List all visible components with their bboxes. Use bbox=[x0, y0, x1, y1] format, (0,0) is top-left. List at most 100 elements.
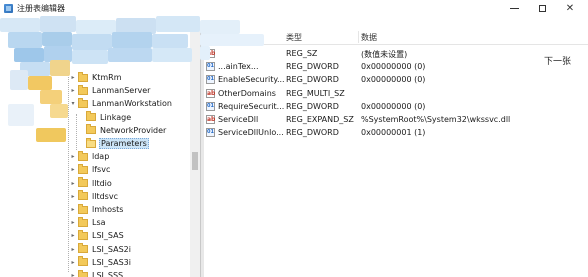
pixelation-block bbox=[200, 20, 240, 34]
tree-item-label: LSI_SAS3i bbox=[92, 257, 131, 267]
string-value-icon: ab bbox=[206, 88, 216, 98]
tree-item[interactable]: ▸ LSI_SSS bbox=[70, 269, 124, 277]
tree-item[interactable]: ▸ lltdio bbox=[70, 177, 113, 190]
maximize-button[interactable] bbox=[528, 0, 556, 16]
tree-item[interactable]: ▸ ldap bbox=[70, 150, 110, 163]
expand-arrow-icon[interactable]: ▸ bbox=[70, 150, 76, 163]
column-header-type[interactable]: 类型 bbox=[286, 32, 302, 43]
expand-arrow-icon[interactable]: ▸ bbox=[70, 71, 76, 84]
value-type: REG_DWORD bbox=[286, 62, 339, 72]
tree-item-label: lfsvc bbox=[92, 165, 111, 175]
tree-item[interactable]: ▸ KtmRm bbox=[70, 71, 123, 84]
tree-item-label: LSI_SAS2i bbox=[92, 244, 131, 254]
pixelation-block bbox=[28, 76, 52, 90]
expand-arrow-icon[interactable] bbox=[78, 124, 84, 137]
expand-arrow-icon[interactable]: ▸ bbox=[70, 203, 76, 216]
value-row[interactable]: 01 RequireSecurit... REG_DWORD 0x00000000 (… bbox=[204, 100, 588, 113]
next-page-text: 下一张 bbox=[544, 57, 572, 67]
tree-item-label: LanmanWorkstation bbox=[92, 99, 172, 109]
folder-icon bbox=[78, 256, 88, 267]
pixelation-block bbox=[108, 48, 152, 62]
pixelation-block bbox=[0, 18, 40, 32]
expand-arrow-icon[interactable]: ▸ bbox=[70, 163, 76, 176]
close-button[interactable]: ✕ bbox=[556, 0, 584, 16]
tree-item[interactable]: Parameters bbox=[78, 137, 149, 150]
pixelation-block bbox=[152, 48, 192, 62]
pixelation-block bbox=[76, 20, 116, 34]
value-name: OtherDomains bbox=[218, 88, 276, 98]
folder-icon bbox=[78, 84, 88, 95]
tree-item[interactable]: Linkage bbox=[78, 111, 132, 124]
expand-arrow-icon[interactable]: ▸ bbox=[70, 256, 76, 269]
window-title: 注册表编辑器 bbox=[17, 4, 65, 13]
string-value-icon: ab bbox=[206, 115, 216, 124]
folder-icon bbox=[78, 177, 88, 188]
value-row[interactable]: ab REG_SZ (数值未设置) bbox=[204, 47, 588, 60]
tree-item[interactable]: ▸ LSI_SAS2i bbox=[70, 243, 132, 256]
expand-arrow-icon[interactable]: ▸ bbox=[70, 190, 76, 203]
expand-arrow-icon[interactable] bbox=[78, 137, 84, 150]
value-row[interactable]: ab OtherDomains REG_MULTI_SZ bbox=[204, 87, 588, 100]
value-type: REG_DWORD bbox=[286, 75, 339, 85]
column-separator[interactable] bbox=[358, 31, 359, 43]
value-type: REG_SZ bbox=[286, 49, 318, 58]
expand-arrow-icon[interactable]: ▸ bbox=[70, 177, 76, 190]
pixelation-block bbox=[72, 34, 112, 50]
pixelation-block bbox=[50, 60, 70, 76]
expand-arrow-icon[interactable]: ▸ bbox=[70, 216, 76, 229]
tree-scrollbar-thumb[interactable] bbox=[192, 152, 198, 170]
value-data: 0x00000001 (1) bbox=[361, 128, 426, 138]
folder-icon bbox=[78, 190, 88, 201]
value-data: 0x00000000 (0) bbox=[361, 75, 426, 85]
value-row[interactable]: 01 ...ainTex... REG_DWORD 0x00000000 (0) bbox=[204, 60, 588, 73]
pixelation-block bbox=[200, 46, 210, 60]
tree-item-label: LSI_SAS bbox=[92, 231, 124, 241]
pixelation-block bbox=[8, 104, 34, 126]
tree-item-label: LSI_SSS bbox=[92, 271, 124, 277]
folder-icon bbox=[78, 269, 88, 277]
expand-arrow-icon[interactable]: ▸ bbox=[70, 84, 76, 97]
folder-icon bbox=[78, 229, 88, 240]
column-header-data[interactable]: 数据 bbox=[361, 32, 377, 43]
binary-value-icon: 01 bbox=[206, 75, 215, 85]
folder-icon bbox=[86, 111, 96, 122]
folder-icon bbox=[78, 71, 88, 82]
tree-item[interactable]: ▾ LanmanWorkstation bbox=[70, 97, 173, 110]
expand-arrow-icon[interactable]: ▸ bbox=[70, 229, 76, 242]
collapse-arrow-icon[interactable]: ▾ bbox=[70, 97, 76, 110]
tree-item[interactable]: ▸ lmhosts bbox=[70, 203, 124, 216]
value-row[interactable]: ab ServiceDll REG_EXPAND_SZ %SystemRoot%\Sy… bbox=[204, 113, 588, 126]
expand-arrow-icon[interactable]: ▸ bbox=[70, 269, 76, 277]
tree-item[interactable]: ▸ LSI_SAS3i bbox=[70, 256, 132, 269]
tree-item[interactable]: ▸ lltdsvc bbox=[70, 190, 119, 203]
tree-item[interactable]: ▸ LSI_SAS bbox=[70, 229, 125, 242]
folder-icon bbox=[78, 203, 88, 214]
tree-item[interactable]: NetworkProvider bbox=[78, 124, 167, 137]
value-row[interactable]: 01 EnableSecurity... REG_DWORD 0x00000000 (… bbox=[204, 73, 588, 86]
minimize-button[interactable] bbox=[500, 0, 528, 16]
value-row[interactable]: 01 ServiceDllUnlo... REG_DWORD 0x00000001 (… bbox=[204, 126, 588, 139]
binary-value-icon: 01 bbox=[206, 101, 215, 111]
expand-arrow-icon[interactable]: ▸ bbox=[70, 243, 76, 256]
value-data: 0x00000000 (0) bbox=[361, 101, 426, 111]
close-icon: ✕ bbox=[565, 2, 575, 14]
tree-item-label: lltdio bbox=[92, 178, 112, 188]
tree-item[interactable]: ▸ LanmanServer bbox=[70, 84, 151, 97]
pixelation-block bbox=[40, 90, 62, 104]
tree-item[interactable]: ▸ Lsa bbox=[70, 216, 107, 229]
folder-icon bbox=[78, 150, 88, 161]
value-name: EnableSecurity... bbox=[218, 75, 285, 85]
folder-icon bbox=[86, 124, 96, 135]
pixelation-block bbox=[42, 32, 72, 46]
pixelation-block bbox=[40, 16, 76, 32]
pixelation-block bbox=[8, 32, 42, 48]
tree-item-label: lmhosts bbox=[92, 205, 124, 214]
registry-editor-window: 注册表编辑器 ✕ 文 ▸KtmRm▸LanmanServer▾LanmanWor… bbox=[0, 0, 588, 277]
expand-arrow-icon[interactable] bbox=[78, 111, 84, 124]
title-bar: 注册表编辑器 ✕ bbox=[0, 0, 588, 18]
value-data: 0x00000000 (0) bbox=[361, 62, 426, 72]
tree-item[interactable]: ▸ lfsvc bbox=[70, 163, 111, 176]
binary-value-icon: 01 bbox=[206, 62, 215, 72]
value-type: REG_EXPAND_SZ bbox=[286, 115, 354, 124]
folder-icon bbox=[78, 216, 88, 227]
